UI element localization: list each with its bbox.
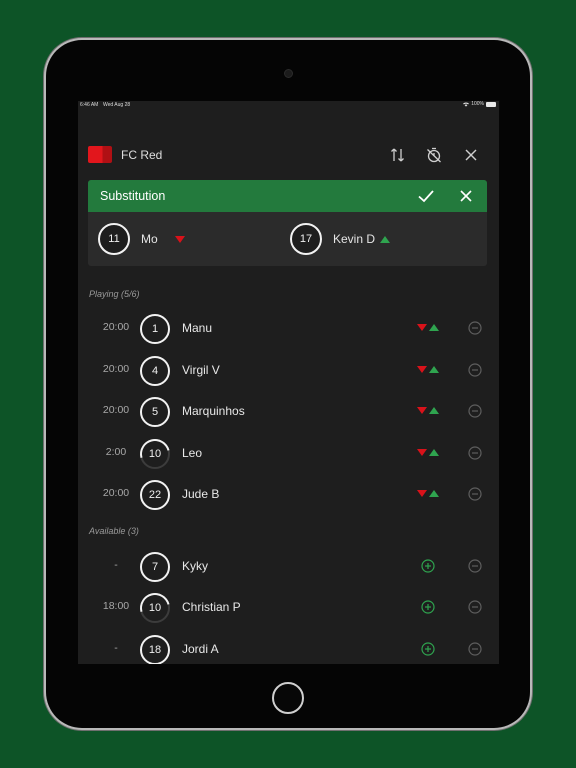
swap-arrows-icon[interactable] xyxy=(416,488,440,498)
swap-arrows-icon[interactable] xyxy=(416,405,440,415)
status-time: 6:46 AM xyxy=(80,102,99,108)
substitution-card: Substitution 11 Mo 17 Kevin D xyxy=(88,180,487,266)
remove-circle-icon[interactable] xyxy=(468,487,482,501)
player-row[interactable]: 20:00 4 Virgil V xyxy=(78,354,499,386)
cancel-substitution-icon[interactable] xyxy=(458,188,474,204)
player-row[interactable]: 20:00 1 Manu xyxy=(78,312,499,344)
timer-off-button[interactable] xyxy=(424,145,444,165)
remove-circle-icon[interactable] xyxy=(468,446,482,460)
remove-circle-icon[interactable] xyxy=(468,559,482,573)
camera xyxy=(284,69,293,78)
team-color-badge xyxy=(88,146,112,163)
playing-section-label: Playing (5/6) xyxy=(89,289,140,299)
play-time: 20:00 xyxy=(102,321,130,333)
play-time: 20:00 xyxy=(102,487,130,499)
player-name: Kevin D xyxy=(333,232,376,246)
available-section-label: Available (3) xyxy=(89,526,139,536)
remove-circle-icon[interactable] xyxy=(468,321,482,335)
player-name: Jordi A xyxy=(182,642,219,656)
remove-circle-icon[interactable] xyxy=(468,600,482,614)
sort-button[interactable] xyxy=(388,145,408,165)
team-header: FC Red xyxy=(88,145,488,165)
player-number: 10 xyxy=(140,439,170,469)
player-name: Marquinhos xyxy=(182,404,245,418)
player-number: 1 xyxy=(140,314,170,344)
play-time: 20:00 xyxy=(102,404,130,416)
player-number: 22 xyxy=(140,480,170,510)
player-name: Virgil V xyxy=(182,363,220,377)
wifi-icon xyxy=(463,102,470,107)
player-name: Jude B xyxy=(182,487,220,501)
home-button[interactable] xyxy=(272,682,304,714)
play-time: 2:00 xyxy=(105,446,127,458)
player-number: 4 xyxy=(140,356,170,386)
player-name: Kyky xyxy=(182,559,209,573)
player-number: 5 xyxy=(140,397,170,427)
player-name: Mo xyxy=(141,232,158,246)
play-time: 18:00 xyxy=(102,600,130,612)
player-row[interactable]: - 7 Kyky xyxy=(78,550,499,582)
status-right: 100% xyxy=(463,101,496,107)
add-circle-icon[interactable] xyxy=(421,600,435,614)
status-date: Wed Aug 28 xyxy=(103,102,131,108)
player-row[interactable]: 20:00 5 Marquinhos xyxy=(78,395,499,427)
remove-circle-icon[interactable] xyxy=(468,404,482,418)
close-button[interactable] xyxy=(461,145,481,165)
player-number: 17 xyxy=(290,223,322,255)
player-number: 7 xyxy=(140,552,170,582)
player-name: Manu xyxy=(182,321,213,335)
add-circle-icon[interactable] xyxy=(421,642,435,656)
check-icon[interactable] xyxy=(417,188,435,204)
player-name: Christian P xyxy=(182,600,241,614)
player-row[interactable]: 2:00 10 Leo xyxy=(78,437,499,469)
play-time: 20:00 xyxy=(102,363,130,375)
player-row[interactable]: - 18 Jordi A xyxy=(78,633,499,664)
player-number: 10 xyxy=(140,593,170,623)
arrow-down-icon xyxy=(175,236,185,243)
substitution-title: Substitution xyxy=(100,189,166,203)
play-time: - xyxy=(114,642,118,654)
player-name: Leo xyxy=(182,446,203,460)
team-name: FC Red xyxy=(121,148,163,162)
swap-arrows-icon[interactable] xyxy=(416,364,440,374)
app-screen: 6:46 AM Wed Aug 28 100% FC Red Substitut… xyxy=(78,101,499,664)
swap-arrows-icon[interactable] xyxy=(416,322,440,332)
battery-percent: 100% xyxy=(471,101,484,107)
status-bar: 6:46 AM Wed Aug 28 100% xyxy=(78,101,499,110)
player-row[interactable]: 18:00 10 Christian P xyxy=(78,591,499,623)
remove-circle-icon[interactable] xyxy=(468,363,482,377)
sort-icon xyxy=(391,148,404,162)
battery-icon xyxy=(486,101,496,107)
player-number: 11 xyxy=(98,223,130,255)
close-icon xyxy=(465,149,477,161)
play-time: - xyxy=(114,559,118,571)
add-circle-icon[interactable] xyxy=(421,559,435,573)
player-number: 18 xyxy=(140,635,170,664)
player-row[interactable]: 20:00 22 Jude B xyxy=(78,478,499,510)
remove-circle-icon[interactable] xyxy=(468,642,482,656)
arrow-up-icon xyxy=(380,236,390,243)
substitution-header: Substitution xyxy=(88,180,487,212)
swap-arrows-icon[interactable] xyxy=(416,447,440,457)
timer-off-icon xyxy=(427,147,441,163)
